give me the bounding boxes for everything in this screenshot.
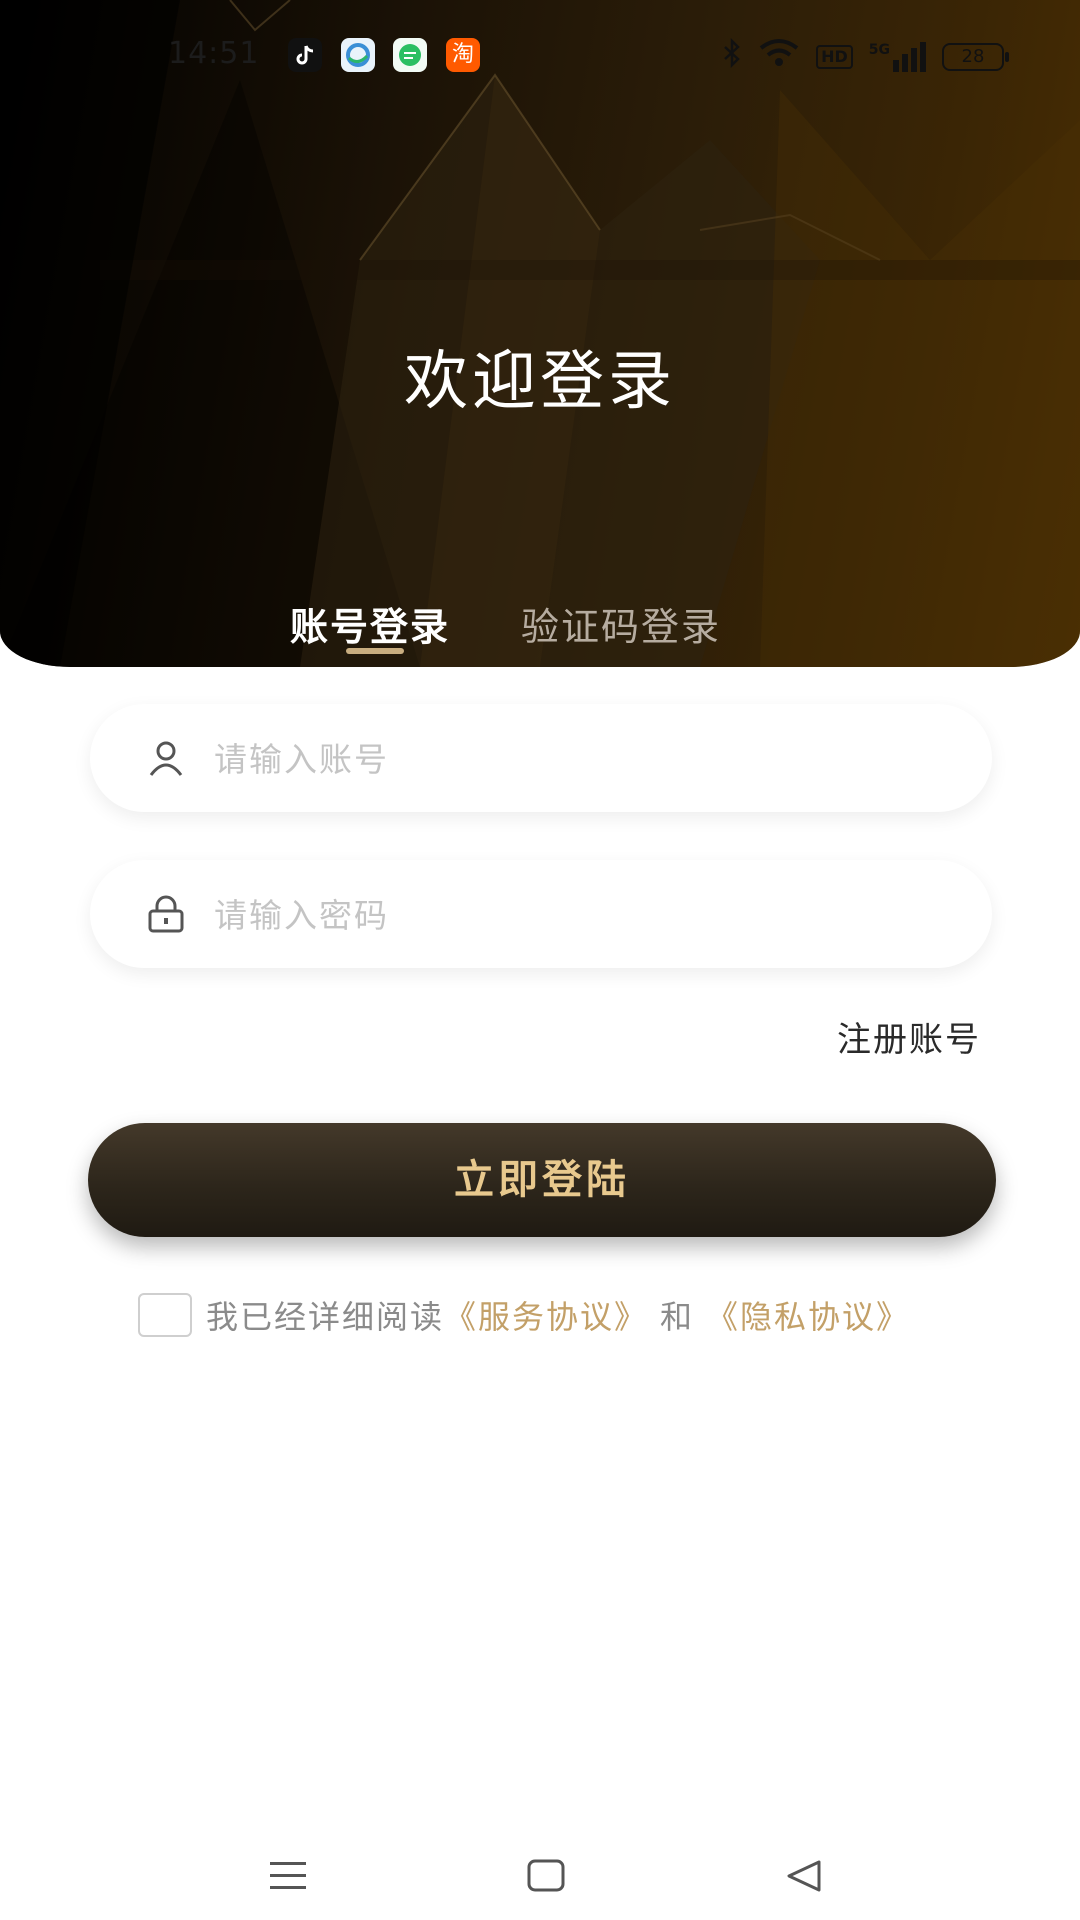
login-header: 14:51 淘 HD 5G 28 欢迎登录 账号登录 验证码登录 [0, 0, 1080, 667]
message-icon [393, 38, 427, 72]
agreement-row: 我已经详细阅读 《服务协议》 和 《隐私协议》 [138, 1292, 910, 1338]
page-title: 欢迎登录 [404, 345, 676, 419]
system-nav-bar [0, 1830, 1080, 1920]
battery-indicator: 28 [942, 43, 1009, 71]
register-link[interactable]: 注册账号 [837, 1012, 981, 1061]
signal-icon: 5G [869, 42, 926, 72]
menu-icon[interactable] [268, 1858, 308, 1898]
status-time: 14:51 [168, 36, 260, 71]
home-icon[interactable] [526, 1858, 566, 1898]
user-icon [146, 738, 186, 778]
hd-badge: HD [816, 45, 853, 69]
wifi-icon [758, 38, 800, 76]
password-input[interactable] [212, 860, 936, 970]
status-indicators: HD 5G 28 [722, 37, 1009, 76]
taobao-icon: 淘 [446, 38, 480, 72]
login-button[interactable]: 立即登陆 [88, 1123, 996, 1237]
tab-account-login[interactable]: 账号登录 [290, 596, 450, 651]
agreement-prefix: 我已经详细阅读 [206, 1298, 445, 1336]
bluetooth-icon [722, 37, 742, 76]
lock-icon [146, 894, 186, 934]
agreement-conjunction: 和 [660, 1298, 695, 1336]
tiktok-icon [288, 38, 322, 72]
password-field[interactable] [90, 860, 992, 970]
tab-code-login[interactable]: 验证码登录 [521, 596, 721, 651]
active-tab-indicator [346, 648, 404, 654]
browser-icon [341, 38, 375, 72]
service-agreement-link[interactable]: 《服务协议》 [444, 1292, 648, 1338]
account-field[interactable] [90, 704, 992, 814]
privacy-agreement-link[interactable]: 《隐私协议》 [706, 1292, 910, 1338]
back-icon[interactable] [784, 1858, 824, 1898]
agreement-checkbox[interactable] [138, 1293, 192, 1337]
status-bar: 14:51 淘 HD 5G 28 [0, 0, 1080, 110]
account-input[interactable] [212, 704, 936, 814]
network-type: 5G [868, 42, 890, 58]
